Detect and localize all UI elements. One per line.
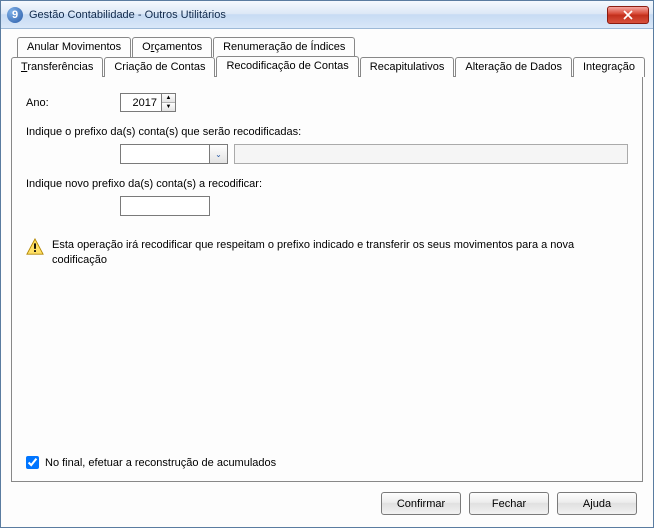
client-area: Anular Movimentos Orçamentos Renumeração…	[1, 29, 653, 527]
warning-text: Esta operação irá recodificar que respei…	[52, 238, 628, 268]
help-button[interactable]: Ajuda	[557, 492, 637, 515]
prefix-old-input[interactable]	[120, 144, 210, 164]
ano-label: Ano:	[26, 97, 120, 109]
tab-criacao-contas[interactable]: Criação de Contas	[104, 57, 215, 77]
prefix-old-label: Indique o prefixo da(s) conta(s) que ser…	[26, 126, 628, 138]
tab-orcamentos[interactable]: Orçamentos	[132, 37, 212, 57]
tab-alteracao-dados[interactable]: Alteração de Dados	[455, 57, 572, 77]
prefix-new-input[interactable]	[120, 196, 210, 216]
spin-up-button[interactable]: ▲	[162, 94, 175, 103]
spinner-buttons: ▲ ▼	[161, 94, 175, 111]
tab-transferencias[interactable]: Transferências	[11, 57, 103, 77]
account-description-display	[234, 144, 628, 164]
spin-down-button[interactable]: ▼	[162, 103, 175, 111]
button-bar: Confirmar Fechar Ajuda	[11, 482, 643, 517]
close-button[interactable]	[607, 6, 649, 24]
warning-row: Esta operação irá recodificar que respei…	[26, 238, 628, 268]
warning-icon	[26, 238, 44, 259]
titlebar: 9 Gestão Contabilidade - Outros Utilitár…	[1, 1, 653, 29]
app-icon: 9	[7, 7, 23, 23]
ano-input[interactable]	[121, 94, 161, 111]
close-dialog-button[interactable]: Fechar	[469, 492, 549, 515]
close-icon	[623, 10, 633, 20]
tab-anular-movimentos[interactable]: Anular Movimentos	[17, 37, 131, 57]
tab-renumeracao-indices[interactable]: Renumeração de Índices	[213, 37, 355, 57]
tab-recapitulativos[interactable]: Recapitulativos	[360, 57, 455, 77]
lookup-button[interactable]: ⌄	[210, 144, 228, 164]
confirm-button[interactable]: Confirmar	[381, 492, 461, 515]
dialog-window: 9 Gestão Contabilidade - Outros Utilitár…	[0, 0, 654, 528]
prefix-new-label: Indique novo prefixo da(s) conta(s) a re…	[26, 178, 628, 190]
tab-panel: Ano: ▲ ▼ Indique o prefixo da(s) conta(s…	[11, 76, 643, 482]
rebuild-checkbox-row[interactable]: No final, efetuar a reconstrução de acum…	[26, 456, 628, 469]
ano-spinner[interactable]: ▲ ▼	[120, 93, 176, 112]
lookup-icon: ⌄	[215, 150, 222, 159]
rebuild-checkbox[interactable]	[26, 456, 39, 469]
tab-row-top: Anular Movimentos Orçamentos Renumeração…	[17, 37, 643, 56]
tab-row-bottom: Transferências Criação de Contas Recodif…	[11, 56, 643, 76]
rebuild-checkbox-label: No final, efetuar a reconstrução de acum…	[45, 457, 276, 469]
window-title: Gestão Contabilidade - Outros Utilitário…	[29, 9, 607, 21]
tab-integracao[interactable]: Integração	[573, 57, 645, 77]
tab-recodificacao-contas[interactable]: Recodificação de Contas	[216, 56, 358, 77]
